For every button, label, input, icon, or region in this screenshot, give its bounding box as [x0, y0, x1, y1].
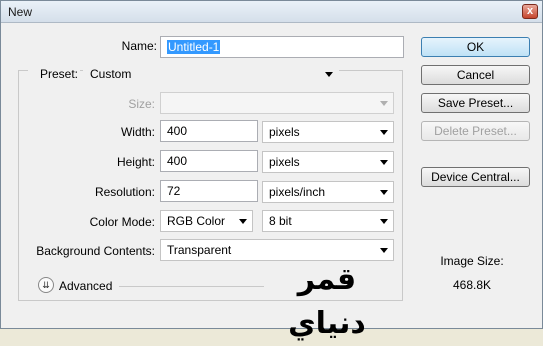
- watermark-text: قمر دنياي: [288, 262, 366, 341]
- delete-preset-button[interactable]: Delete Preset...: [421, 121, 530, 141]
- height-unit-value: pixels: [269, 155, 300, 169]
- chevron-down-icon: [380, 219, 388, 224]
- background-contents-label: Background Contents:: [36, 244, 155, 258]
- chevron-down-icon: [380, 248, 388, 253]
- chevron-down-icon: [380, 190, 388, 195]
- advanced-label: Advanced: [59, 279, 113, 293]
- advanced-toggle[interactable]: ⇊: [38, 277, 54, 293]
- resolution-label: Resolution:: [94, 185, 155, 199]
- height-label: Height:: [116, 155, 155, 169]
- title-bar: New x: [1, 1, 542, 23]
- advanced-divider: [119, 286, 264, 287]
- colormode-label: Color Mode:: [89, 215, 155, 229]
- preset-select[interactable]: Custom: [83, 63, 339, 85]
- resolution-unit-select[interactable]: pixels/inch: [262, 181, 394, 203]
- bitdepth-select[interactable]: 8 bit: [262, 210, 394, 232]
- width-field[interactable]: 400: [160, 120, 258, 142]
- ok-button[interactable]: OK: [421, 37, 530, 57]
- image-size-value: 468.8K: [452, 278, 492, 292]
- resolution-field[interactable]: 72: [160, 180, 258, 202]
- new-document-dialog: New x Name: Untitled-1 Preset: Custom Si…: [0, 0, 543, 341]
- name-value: Untitled-1: [167, 40, 221, 54]
- preset-value: Custom: [90, 67, 132, 81]
- height-field[interactable]: 400: [160, 150, 258, 172]
- size-label: Size:: [128, 97, 155, 111]
- chevron-double-down-icon: ⇊: [42, 280, 50, 290]
- colormode-select[interactable]: RGB Color: [160, 210, 253, 232]
- name-field[interactable]: Untitled-1: [160, 36, 404, 58]
- preset-label: Preset:: [28, 67, 80, 81]
- colormode-value: RGB Color: [167, 214, 226, 228]
- chevron-down-icon: [239, 219, 247, 224]
- size-select[interactable]: [160, 92, 394, 114]
- chevron-down-icon: [380, 101, 388, 106]
- image-size-label: Image Size:: [440, 254, 504, 268]
- chevron-down-icon: [380, 160, 388, 165]
- width-label: Width:: [120, 125, 155, 139]
- cancel-button[interactable]: Cancel: [421, 65, 530, 85]
- save-preset-button[interactable]: Save Preset...: [421, 93, 530, 113]
- window-title: New: [8, 5, 33, 19]
- width-unit-select[interactable]: pixels: [262, 121, 394, 143]
- name-label: Name:: [121, 39, 157, 53]
- chevron-down-icon: [325, 72, 333, 77]
- width-unit-value: pixels: [269, 125, 300, 139]
- close-icon[interactable]: x: [522, 4, 538, 19]
- chevron-down-icon: [380, 130, 388, 135]
- resolution-unit-value: pixels/inch: [269, 185, 326, 199]
- device-central-button[interactable]: Device Central...: [421, 167, 530, 187]
- bitdepth-value: 8 bit: [269, 214, 292, 228]
- background-contents-value: Transparent: [167, 243, 232, 257]
- height-unit-select[interactable]: pixels: [262, 151, 394, 173]
